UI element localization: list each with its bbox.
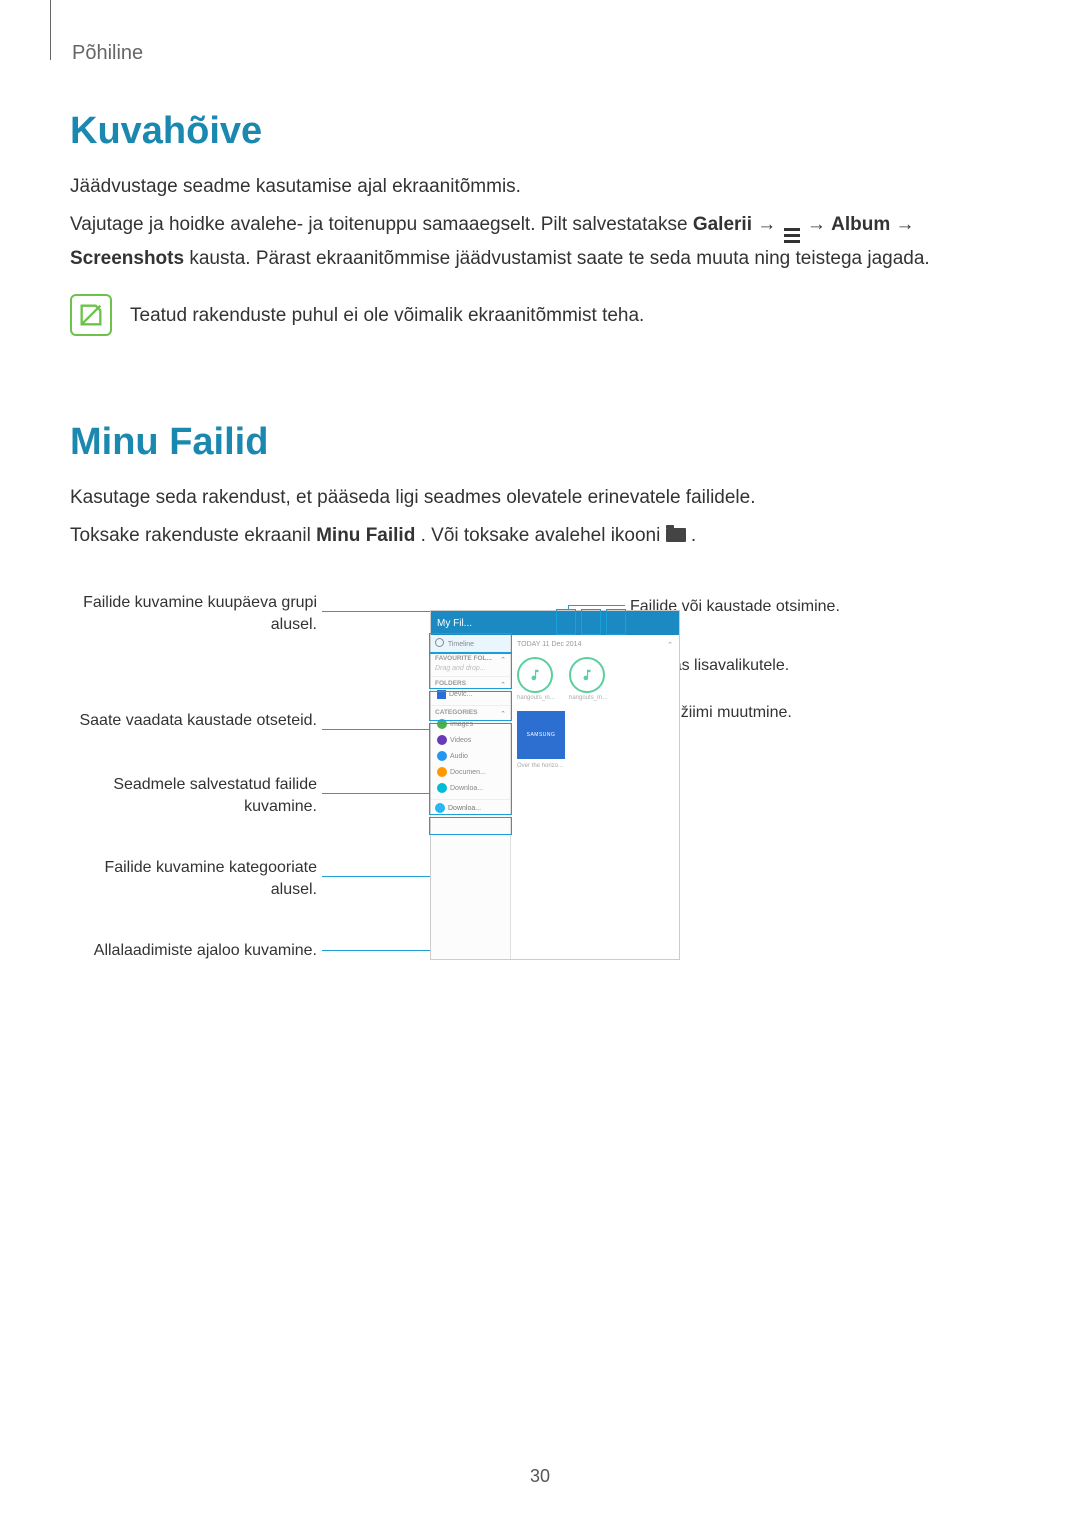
s1-p2-gallery: Galerii [693,214,752,235]
sc-sidebar: Timeline FAVOURITE FOL... ⌃ Drag and dro… [431,635,511,959]
sidebar-download-history[interactable]: Downloa... [431,800,510,816]
device-screenshot: My Fil... Timeline [430,610,680,960]
download-history-icon [435,803,445,813]
clock-icon [435,638,444,647]
s2-p2a: Toksake rakenduste ekraanil [70,525,316,546]
note-icon [70,294,112,336]
thumb-1-label: hangouts_inco... [517,695,557,701]
sidebar-categories-label: CATEGORIES [435,709,478,716]
sc-header: My Fil... [431,611,679,635]
heading-kuvahoive: Kuvahõive [70,110,1010,153]
s1-p1: Jäädvustage seadme kasutamise ajal ekraa… [70,171,1010,203]
music-note-icon [517,657,553,693]
arrow-1: → [757,214,781,235]
cat-audio-label: Audio [450,753,468,760]
breadcrumb: Põhiline [72,42,143,65]
samsung-caption: Over the horizo... [517,763,673,769]
cat-downloads-label: Downloa... [450,785,483,792]
drag-hint: Drag and drop... [435,662,506,673]
s2-p2-app: Minu Failid [316,525,415,546]
arrow-3: → [896,214,915,235]
sc-date-row: TODAY 11 Dec 2014 ⌃ [517,639,673,653]
callout-left-4: Failide kuvamine kategooriate alusel. [70,857,317,900]
heading-minufailid: Minu Failid [70,421,1010,464]
callout-left-5: Allalaadimiste ajaloo kuvamine. [70,940,317,962]
cat-images[interactable]: Images [435,716,506,732]
chevron-up-icon: ⌃ [500,681,506,689]
lead-line [568,605,625,606]
music-note-icon [569,657,605,693]
cat-videos-label: Videos [450,737,471,744]
callout-left-1: Failide kuvamine kuupäeva grupi alusel. [70,592,317,635]
cat-documents[interactable]: Documen... [435,764,506,780]
s1-p2a: Vajutage ja hoidke avalehe- ja toitenupp… [70,214,693,235]
images-icon [437,719,447,729]
cat-audio[interactable]: Audio [435,748,506,764]
s2-p2c: . [691,525,696,546]
lead-line [322,729,440,730]
chevron-up-icon[interactable]: ⌃ [667,641,673,649]
sidebar-timeline[interactable]: Timeline [431,635,510,652]
thumb-1-wrap[interactable]: hangouts_inco... [517,657,557,701]
samsung-tile[interactable]: SAMSUNG [517,711,565,759]
thumb-2-wrap[interactable]: hangouts_mes... [569,657,609,701]
sidebar-folders[interactable]: FOLDERS ⌃ Devic... [431,677,510,706]
page-number: 30 [0,1466,1080,1487]
sc-thumbs-row: hangouts_inco... hangouts_mes... [517,657,673,701]
page-margin-marker [50,0,51,60]
sidebar-favourite[interactable]: FAVOURITE FOL... ⌃ Drag and drop... [431,652,510,677]
note-text: Teatud rakenduste puhul ei ole võimalik … [130,294,644,332]
lead-line [322,611,440,612]
cat-videos[interactable]: Videos [435,732,506,748]
s1-p2: Vajutage ja hoidke avalehe- ja toitenupp… [70,209,1010,275]
s1-p3b: kausta. Pärast ekraanitõmmise jäädvustam… [189,248,929,269]
s1-p2-album: Album [831,214,890,235]
annotated-screenshot-diagram: Failide kuvamine kuupäeva grupi alusel. … [70,582,1010,1162]
cat-downloads[interactable]: Downloa... [435,780,506,796]
sidebar-folders-label: FOLDERS [435,680,466,687]
cat-images-label: Images [450,721,473,728]
sidebar-device-label: Devic... [449,691,472,698]
page-content: Kuvahõive Jäädvustage seadme kasutamise … [0,0,1080,1202]
thumb-2-label: hangouts_mes... [569,695,609,701]
sidebar-download-history-label: Downloa... [448,805,481,812]
folder-icon [666,528,686,542]
videos-icon [437,735,447,745]
sidebar-timeline-label: Timeline [448,641,474,648]
sidebar-favourite-label: FAVOURITE FOL... [435,655,492,662]
chevron-up-icon: ⌃ [500,656,506,664]
s2-p2b: . Või toksake avalehel ikooni [421,525,666,546]
callout-left-2: Saate vaadata kaustade otseteid. [70,710,317,732]
sc-body: Timeline FAVOURITE FOL... ⌃ Drag and dro… [431,635,679,959]
sidebar-device[interactable]: Devic... [435,687,506,702]
hamburger-menu-icon [784,228,800,243]
note-block: Teatud rakenduste puhul ei ole võimalik … [70,294,1010,336]
cat-documents-label: Documen... [450,769,486,776]
downloads-icon [437,783,447,793]
documents-icon [437,767,447,777]
s2-p1: Kasutage seda rakendust, et pääseda ligi… [70,482,1010,514]
s2-p2: Toksake rakenduste ekraanil Minu Failid … [70,520,1010,552]
sc-main: TODAY 11 Dec 2014 ⌃ hangouts_inco... han… [511,635,679,959]
chevron-up-icon: ⌃ [500,710,506,718]
sc-date-label: TODAY 11 Dec 2014 [517,641,581,649]
arrow-2: → [807,214,831,235]
s1-p3-screenshots: Screenshots [70,248,184,269]
sidebar-categories[interactable]: CATEGORIES ⌃ Images Videos Audio Documen… [431,706,510,800]
sc-header-icons [653,618,673,629]
audio-icon [437,751,447,761]
sc-title: My Fil... [437,618,472,629]
callout-left-3: Seadmele salvestatud failide kuvamine. [70,774,317,817]
device-icon [437,690,446,699]
